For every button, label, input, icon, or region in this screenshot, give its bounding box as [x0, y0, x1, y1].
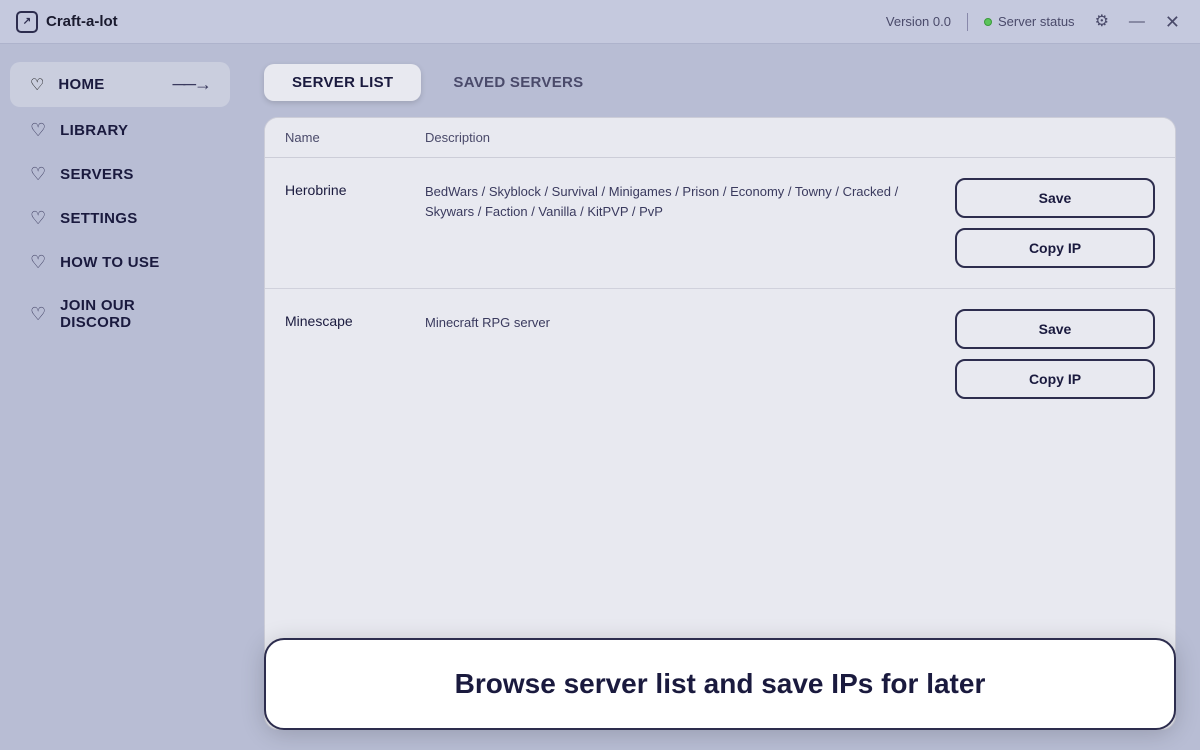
titlebar-left: ↗ Craft-a-lot [16, 11, 118, 33]
server-name-minescape: Minescape [285, 309, 425, 329]
home-arrow-icon: ──→ [172, 74, 210, 95]
heart-icon-servers: ♡ [30, 165, 46, 183]
server-actions-minescape: Save Copy IP [955, 309, 1155, 399]
content-area: SERVER LIST SAVED SERVERS Name Descripti… [240, 44, 1200, 750]
main-layout: ♡ HOME ──→ ♡ LIBRARY ♡ SERVERS ♡ SETTING… [0, 44, 1200, 750]
sidebar: ♡ HOME ──→ ♡ LIBRARY ♡ SERVERS ♡ SETTING… [0, 44, 240, 750]
server-desc-minescape: Minecraft RPG server [425, 309, 955, 333]
sidebar-item-servers[interactable]: ♡ SERVERS [10, 153, 230, 195]
feature-callout: Browse server list and save IPs for late… [264, 638, 1176, 730]
sidebar-label-how-to-use: HOW TO USE [60, 254, 159, 271]
sidebar-item-home[interactable]: ♡ HOME ──→ [10, 62, 230, 107]
col-header-name: Name [285, 130, 425, 145]
feature-callout-text: Browse server list and save IPs for late… [455, 668, 986, 700]
server-name-herobrine: Herobrine [285, 178, 425, 198]
server-actions-herobrine: Save Copy IP [955, 178, 1155, 268]
copy-ip-button-minescape[interactable]: Copy IP [955, 359, 1155, 399]
table-row: Minescape Minecraft RPG server Save Copy… [265, 289, 1175, 419]
tab-saved-servers[interactable]: SAVED SERVERS [425, 64, 611, 101]
sidebar-item-how-to-use[interactable]: ♡ HOW TO USE [10, 241, 230, 283]
titlebar-divider [967, 13, 968, 31]
tabs-row: SERVER LIST SAVED SERVERS [264, 64, 1176, 101]
server-status: Server status [984, 14, 1075, 29]
heart-icon-how-to-use: ♡ [30, 253, 46, 271]
heart-icon-home: ♡ [30, 75, 44, 95]
table-body: Herobrine BedWars / Skyblock / Survival … [265, 158, 1175, 419]
sidebar-label-discord: JOIN OUR DISCORD [60, 297, 210, 331]
tab-server-list[interactable]: SERVER LIST [264, 64, 421, 101]
settings-button[interactable]: ⚙ [1091, 12, 1113, 32]
sidebar-label-library: LIBRARY [60, 122, 128, 139]
minimize-button[interactable]: — [1125, 12, 1149, 32]
titlebar-right: Version 0.0 Server status ⚙ — ✕ [886, 11, 1184, 33]
sidebar-label-settings: SETTINGS [60, 210, 137, 227]
heart-icon-discord: ♡ [30, 305, 46, 323]
table-row: Herobrine BedWars / Skyblock / Survival … [265, 158, 1175, 289]
sidebar-label-home: HOME [58, 76, 104, 93]
close-button[interactable]: ✕ [1161, 11, 1184, 33]
col-header-actions [955, 130, 1155, 145]
titlebar: ↗ Craft-a-lot Version 0.0 Server status … [0, 0, 1200, 44]
server-status-label: Server status [998, 14, 1075, 29]
heart-icon-settings: ♡ [30, 209, 46, 227]
sidebar-home-left: ♡ HOME [30, 75, 105, 95]
version-label: Version 0.0 [886, 14, 951, 29]
heart-icon-library: ♡ [30, 121, 46, 139]
table-header: Name Description [265, 118, 1175, 158]
save-button-herobrine[interactable]: Save [955, 178, 1155, 218]
server-desc-herobrine: BedWars / Skyblock / Survival / Minigame… [425, 178, 955, 221]
status-dot [984, 18, 992, 26]
copy-ip-button-herobrine[interactable]: Copy IP [955, 228, 1155, 268]
titlebar-actions: ⚙ — ✕ [1091, 11, 1184, 33]
app-icon: ↗ [16, 11, 38, 33]
col-header-description: Description [425, 130, 955, 145]
save-button-minescape[interactable]: Save [955, 309, 1155, 349]
sidebar-item-discord[interactable]: ♡ JOIN OUR DISCORD [10, 285, 230, 343]
sidebar-label-servers: SERVERS [60, 166, 134, 183]
sidebar-item-library[interactable]: ♡ LIBRARY [10, 109, 230, 151]
app-title: Craft-a-lot [46, 13, 118, 30]
sidebar-item-settings[interactable]: ♡ SETTINGS [10, 197, 230, 239]
